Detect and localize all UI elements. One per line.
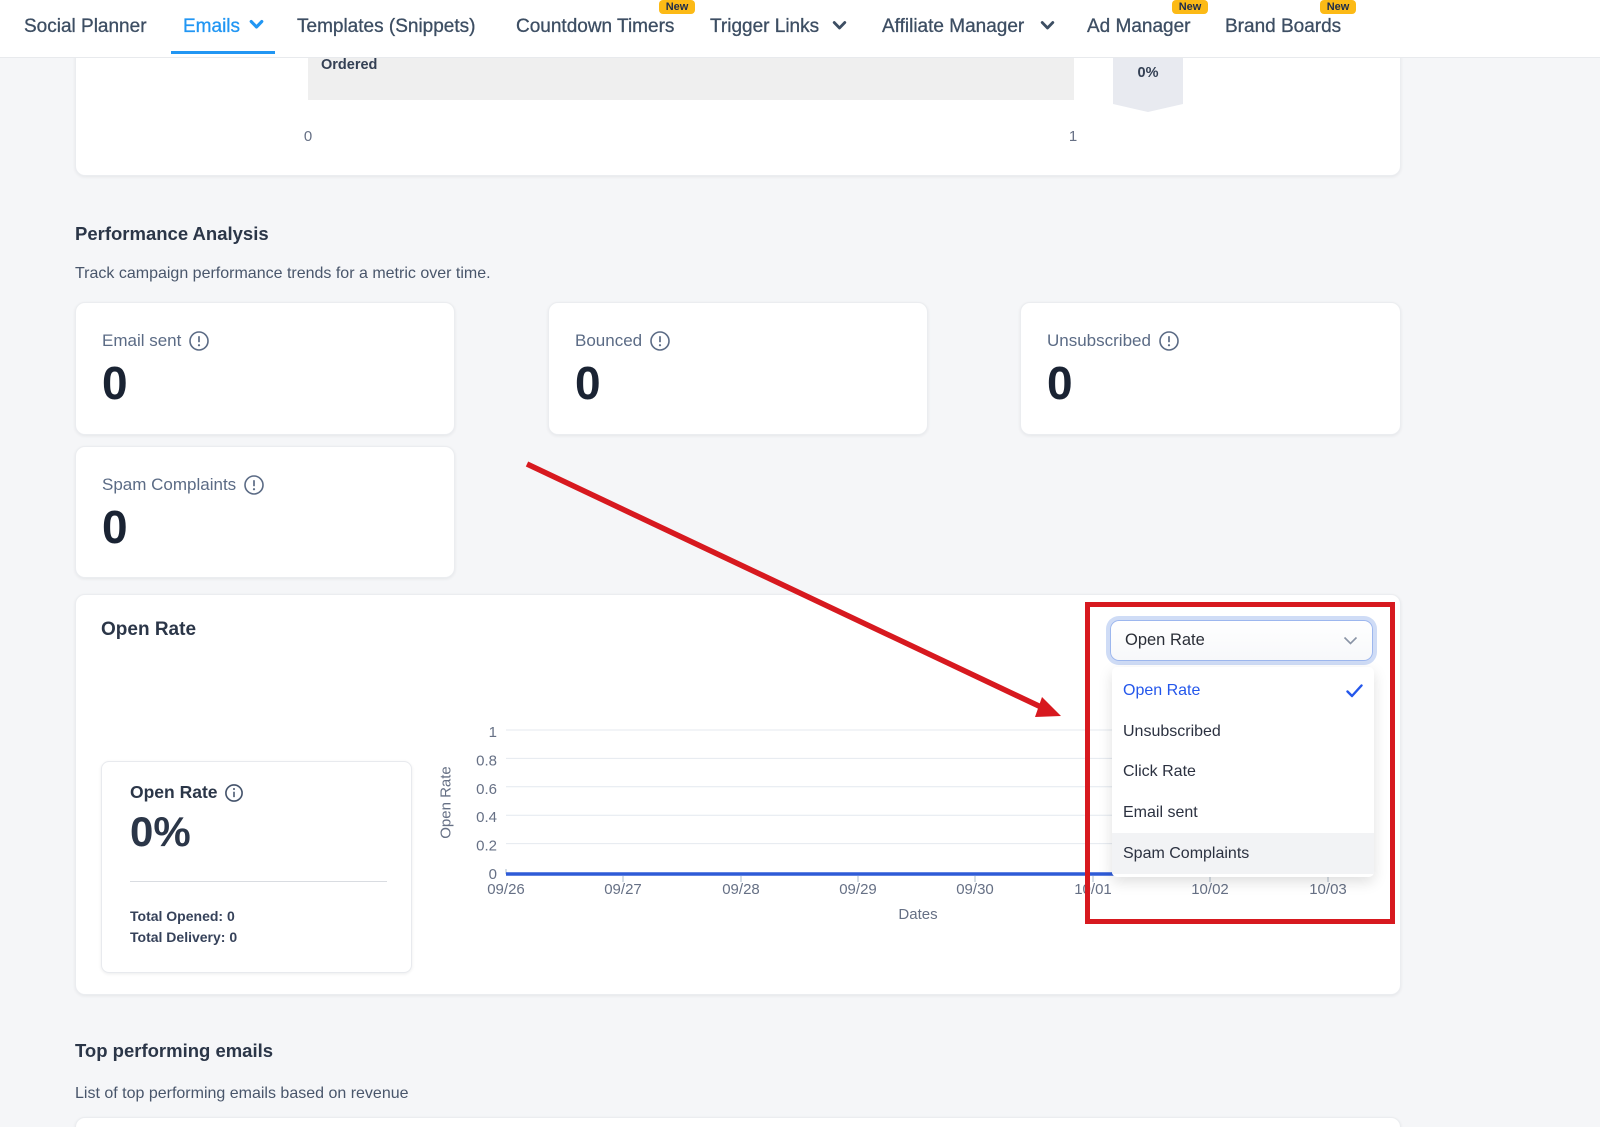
svg-text:09/28: 09/28: [722, 881, 760, 898]
svg-text:09/29: 09/29: [839, 881, 877, 898]
svg-text:09/27: 09/27: [604, 881, 642, 898]
svg-text:09/30: 09/30: [956, 881, 994, 898]
svg-text:0.8: 0.8: [476, 752, 497, 769]
svg-text:0.4: 0.4: [476, 809, 497, 826]
svg-text:09/26: 09/26: [487, 881, 525, 898]
svg-text:0.6: 0.6: [476, 781, 497, 798]
svg-text:0.2: 0.2: [476, 838, 497, 855]
svg-text:Dates: Dates: [898, 906, 937, 923]
svg-text:1: 1: [489, 724, 497, 741]
